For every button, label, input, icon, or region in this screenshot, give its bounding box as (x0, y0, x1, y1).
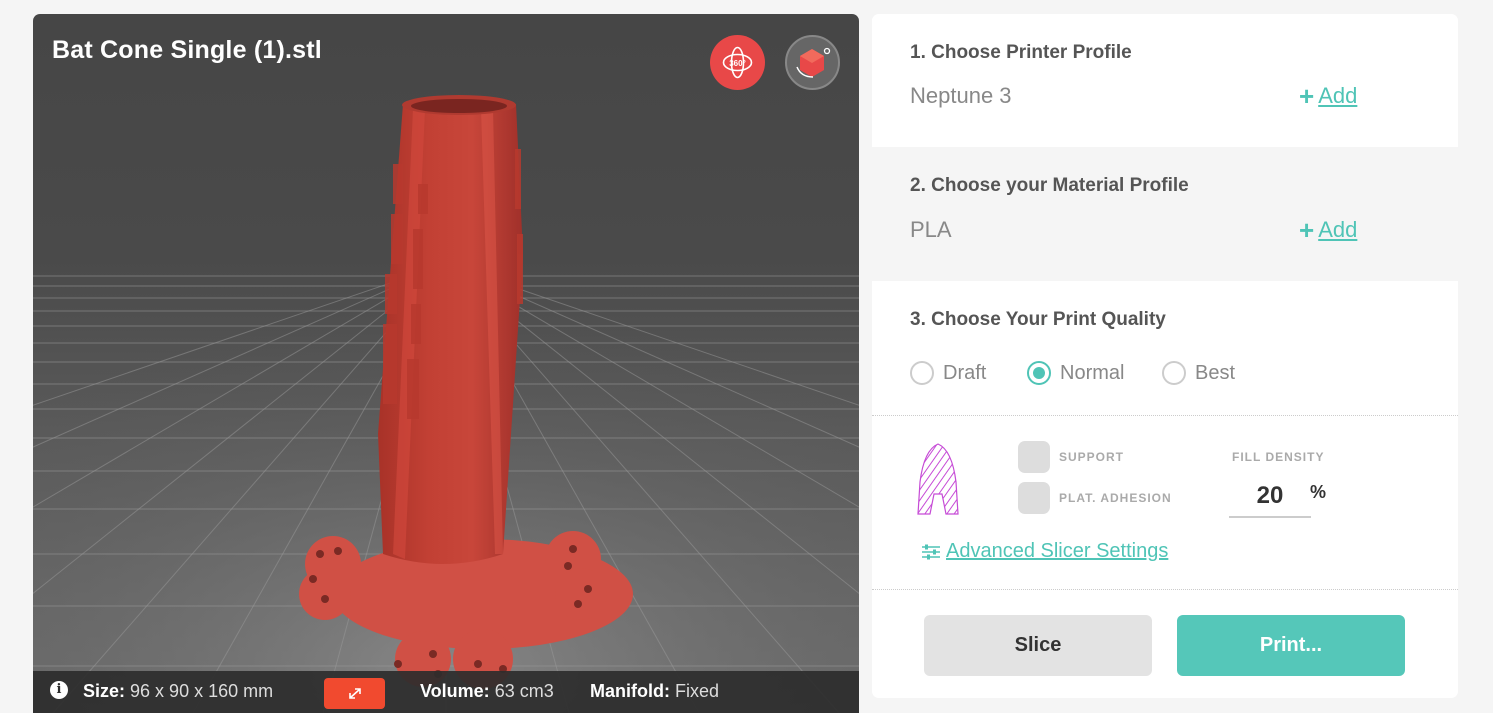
volume-label: Volume: (420, 681, 490, 701)
file-name-title: Bat Cone Single (1).stl (52, 36, 322, 64)
support-preview-icon (917, 443, 959, 515)
print-button[interactable]: Print... (1177, 615, 1405, 676)
rotate-360-button[interactable]: 360° (710, 35, 765, 90)
size-value: 96 x 90 x 160 mm (130, 681, 274, 701)
action-section: Slice Print... (872, 590, 1458, 698)
print-quality-title: 3. Choose Your Print Quality (910, 309, 1166, 330)
add-printer-label: Add (1318, 83, 1358, 108)
radio-circle-selected[interactable] (1027, 361, 1051, 385)
print-settings-panel: 1. Choose Printer Profile Neptune 3 + Add… (872, 14, 1458, 698)
cube-view-icon (796, 47, 831, 78)
radio-circle[interactable] (910, 361, 934, 385)
slicer-options-section: SUPPORT PLAT. ADHESION FILL DENSITY % Ad… (872, 416, 1458, 590)
add-printer-link[interactable]: + Add (1299, 81, 1357, 112)
model-viewer[interactable]: Bat Cone Single (1).stl 360° i Size: 96 … (33, 14, 859, 713)
advanced-slicer-settings-link[interactable]: Advanced Slicer Settings (922, 540, 1168, 563)
model-cone (378, 95, 523, 564)
fill-density-unit: % (1310, 482, 1327, 502)
add-material-link[interactable]: + Add (1299, 215, 1357, 246)
manifold-value: Fixed (675, 681, 720, 701)
volume-value: 63 cm3 (494, 681, 554, 701)
viewport-scene[interactable] (33, 14, 859, 713)
fill-density-input[interactable] (1229, 476, 1311, 518)
printer-profile-section: 1. Choose Printer Profile Neptune 3 + Add (872, 14, 1458, 147)
plat-adhesion-label: PLAT. ADHESION (1059, 491, 1172, 505)
info-icon[interactable]: i (50, 681, 68, 699)
material-profile-value[interactable]: PLA (910, 217, 952, 243)
model-info-bar: i Size: 96 x 90 x 160 mm Volume: 63 cm3 … (33, 671, 859, 713)
manifold-label: Manifold: (590, 681, 670, 701)
add-material-label: Add (1318, 217, 1358, 242)
material-profile-section: 2. Choose your Material Profile PLA + Add (872, 147, 1458, 281)
rotate-360-icon: 360° (722, 46, 753, 79)
fill-density-label: FILL DENSITY (1232, 450, 1325, 464)
plus-icon: + (1299, 81, 1315, 111)
resize-button[interactable] (324, 678, 385, 709)
radio-circle[interactable] (1162, 361, 1186, 385)
material-profile-title: 2. Choose your Material Profile (910, 175, 1189, 196)
manifold-info: Manifold: Fixed (590, 681, 719, 702)
quality-label-best: Best (1195, 361, 1236, 384)
resize-icon (349, 688, 361, 699)
sliders-icon (922, 544, 940, 559)
volume-info: Volume: 63 cm3 (420, 681, 554, 702)
print-quality-section: 3. Choose Your Print Quality Draft Norma… (872, 281, 1458, 416)
printer-profile-value[interactable]: Neptune 3 (910, 83, 1012, 109)
quality-radio-best[interactable]: Best (1162, 361, 1235, 385)
support-checkbox[interactable] (1018, 441, 1050, 473)
size-info: Size: 96 x 90 x 160 mm (83, 681, 273, 702)
size-label: Size: (83, 681, 126, 701)
quality-radio-draft[interactable]: Draft (910, 361, 986, 385)
advanced-slicer-settings-label: Advanced Slicer Settings (946, 540, 1169, 562)
cube-view-button[interactable] (785, 35, 840, 90)
quality-label-draft: Draft (943, 361, 987, 384)
plus-icon: + (1299, 215, 1315, 245)
quality-label-normal: Normal (1060, 361, 1125, 384)
support-label: SUPPORT (1059, 450, 1125, 464)
printer-profile-title: 1. Choose Printer Profile (910, 42, 1132, 63)
slice-button[interactable]: Slice (924, 615, 1152, 676)
rotate-360-label: 360° (729, 59, 746, 68)
plat-adhesion-checkbox[interactable] (1018, 482, 1050, 514)
quality-radio-normal[interactable]: Normal (1027, 361, 1124, 385)
